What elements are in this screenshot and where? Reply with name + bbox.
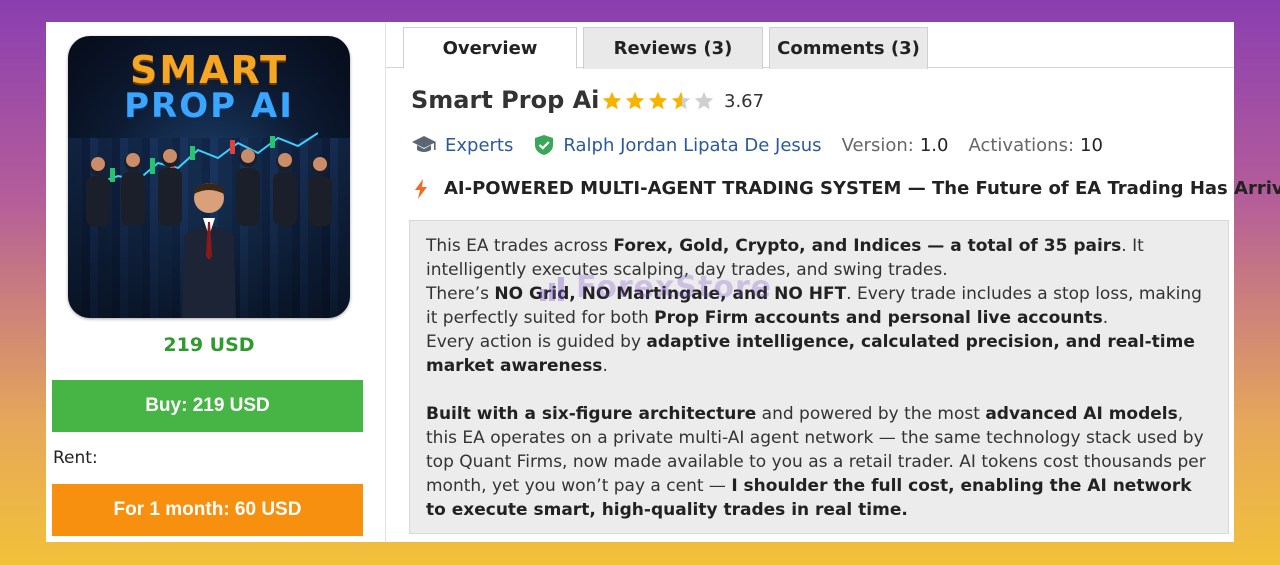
product-page: SMART PROP AI 219 USD Buy: 219 USD Rent:… xyxy=(46,22,1280,542)
rent-1-month-button[interactable]: For 1 month: 60 USD xyxy=(52,484,363,536)
image-presenter-graphic xyxy=(182,183,236,318)
star-full-icon xyxy=(625,91,645,110)
description-box: This EA trades across Forex, Gold, Crypt… xyxy=(409,220,1229,534)
tab-reviews[interactable]: Reviews (3) xyxy=(583,27,763,69)
product-image: SMART PROP AI xyxy=(68,36,350,318)
product-details: Overview Reviews (3) Comments (3) Smart … xyxy=(386,22,1280,542)
price-text: 219 USD xyxy=(163,334,255,356)
verified-shield-icon xyxy=(535,135,554,155)
rent-label: Rent: xyxy=(53,448,98,468)
category-link[interactable]: Experts xyxy=(445,135,513,156)
star-half-icon xyxy=(671,91,691,110)
headline-text: AI-POWERED MULTI-AGENT TRADING SYSTEM — … xyxy=(444,178,1280,199)
star-full-icon xyxy=(602,91,622,110)
activations-value: 10 xyxy=(1080,134,1103,156)
purchase-sidebar: SMART PROP AI 219 USD Buy: 219 USD Rent:… xyxy=(46,22,386,542)
star-empty-icon xyxy=(694,91,714,110)
rating: 3.67 xyxy=(601,90,764,112)
tab-overview[interactable]: Overview xyxy=(403,27,577,69)
version-value: 1.0 xyxy=(919,134,949,156)
image-title-prop-ai: PROP AI xyxy=(124,86,294,126)
tab-comments[interactable]: Comments (3) xyxy=(769,27,928,69)
author-link[interactable]: Ralph Jordan Lipata De Jesus xyxy=(563,135,821,156)
rating-value: 3.67 xyxy=(724,90,765,112)
star-full-icon xyxy=(648,91,668,110)
graduation-cap-icon xyxy=(412,136,436,152)
product-title: Smart Prop Ai xyxy=(411,86,600,114)
lightning-bolt-icon xyxy=(415,178,427,199)
meta-row: Experts Ralph Jordan Lipata De Jesus Ver… xyxy=(411,132,1103,158)
description-paragraph: Every action is guided by adaptive intel… xyxy=(426,332,1195,376)
buy-button[interactable]: Buy: 219 USD xyxy=(52,380,363,432)
description-paragraph: There’s NO Grid, NO Martingale, and NO H… xyxy=(426,284,1202,328)
activations-label: Activations: xyxy=(968,134,1075,156)
version-label: Version: xyxy=(841,134,914,156)
description-paragraph: Built with a six-figure architecture and… xyxy=(426,404,1206,520)
description-paragraph: This EA trades across Forex, Gold, Crypt… xyxy=(426,236,1144,280)
headline: AI-POWERED MULTI-AGENT TRADING SYSTEM — … xyxy=(414,178,1280,199)
tab-bar: Overview Reviews (3) Comments (3) xyxy=(386,22,1234,69)
